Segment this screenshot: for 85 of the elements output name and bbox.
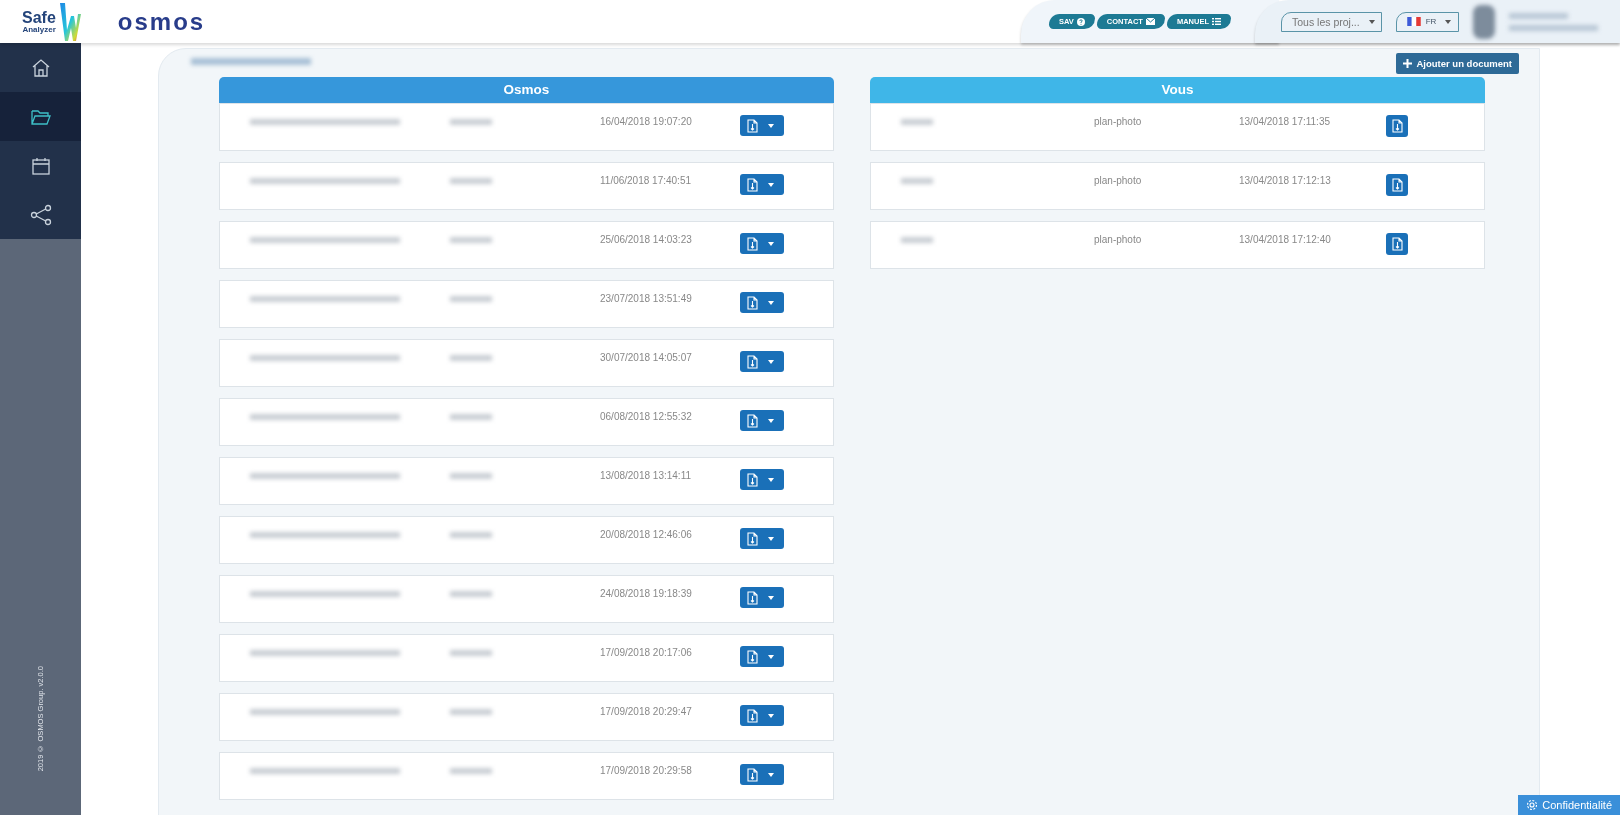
- file-download-icon: [747, 177, 758, 192]
- table-cell: 17/09/2018 20:29:47: [600, 706, 692, 717]
- flag-icon: [1406, 17, 1421, 26]
- table-cell: 23/07/2018 13:51:49: [600, 293, 692, 304]
- calendar-icon: [30, 155, 51, 176]
- language-select[interactable]: FR: [1395, 11, 1459, 32]
- folder-icon: [30, 107, 51, 126]
- document-type: [450, 414, 492, 420]
- list-icon: [1212, 18, 1221, 25]
- brand-name: osmos: [117, 7, 206, 36]
- file-download-icon: [747, 413, 758, 428]
- document-type: [450, 650, 492, 656]
- download-button[interactable]: [1386, 233, 1408, 255]
- table-cell: 20/08/2018 12:46:06: [600, 529, 692, 540]
- table-header: Vous: [870, 77, 1485, 103]
- table-cell: plan-photo: [1094, 175, 1142, 186]
- download-split-button[interactable]: [740, 587, 784, 608]
- table-cell: 30/07/2018 14:05:07: [600, 352, 692, 363]
- download-split-button[interactable]: [740, 646, 784, 667]
- document-type: [450, 591, 492, 597]
- share-icon: [29, 203, 52, 226]
- privacy-button[interactable]: Confidentialité: [1518, 795, 1620, 815]
- avatar-icon[interactable]: [1472, 4, 1495, 39]
- plus-icon: [1403, 59, 1413, 68]
- table-cell: plan-photo: [1094, 234, 1142, 245]
- logo-mark-icon: [57, 1, 82, 42]
- download-split-button[interactable]: [740, 351, 784, 372]
- download-split-button[interactable]: [740, 174, 784, 195]
- table-cell: 13/04/2018 17:11:35: [1239, 116, 1330, 127]
- document-type: [450, 532, 492, 538]
- file-download-icon: [747, 295, 758, 310]
- project-select[interactable]: Tous les proj...: [1281, 11, 1382, 32]
- document-name: [901, 119, 933, 125]
- table-cell: 25/06/2018 14:03:23: [600, 234, 692, 245]
- table-cell: 11/06/2018 17:40:51: [600, 175, 691, 186]
- table-header: Osmos: [219, 77, 834, 103]
- settings-icon: [1526, 799, 1539, 811]
- download-split-button[interactable]: [740, 764, 784, 785]
- file-download-icon: [747, 531, 758, 546]
- table-cell: 06/08/2018 12:55:32: [600, 411, 692, 422]
- document-type: [450, 473, 492, 479]
- table-cell: 13/08/2018 13:14:11: [600, 470, 691, 481]
- mail-icon: [1145, 18, 1155, 25]
- file-download-icon: [747, 649, 758, 664]
- file-download-icon: [747, 354, 758, 369]
- nav-item[interactable]: [0, 92, 81, 141]
- document-type: [450, 355, 492, 361]
- logo-subtext: Analyzer: [22, 25, 56, 34]
- document-type: [450, 237, 492, 243]
- download-split-button[interactable]: [740, 410, 784, 431]
- document-type: [450, 296, 492, 302]
- logo-text: Safe: [22, 9, 56, 26]
- table-cell: 17/09/2018 20:29:58: [600, 765, 692, 776]
- file-download-icon: [1391, 178, 1403, 192]
- download-split-button[interactable]: [740, 528, 784, 549]
- download-split-button[interactable]: [740, 233, 784, 254]
- download-button[interactable]: [1386, 115, 1408, 137]
- home-icon: [30, 57, 51, 78]
- table-cell: 16/04/2018 19:07:20: [600, 116, 692, 127]
- download-split-button[interactable]: [740, 115, 784, 136]
- table-cell: plan-photo: [1094, 116, 1142, 127]
- document-name: [901, 178, 933, 184]
- file-download-icon: [747, 708, 758, 723]
- table-cell: 17/09/2018 20:17:06: [600, 647, 692, 658]
- file-download-icon: [747, 767, 758, 782]
- download-button[interactable]: [1386, 174, 1408, 196]
- document-type: [450, 768, 492, 774]
- document-type: [450, 709, 492, 715]
- document-type: [450, 178, 492, 184]
- document-name: [901, 237, 933, 243]
- download-split-button[interactable]: [740, 292, 784, 313]
- file-download-icon: [1391, 119, 1403, 133]
- add-document-button[interactable]: Ajouter un document: [1396, 53, 1519, 74]
- table-cell: 24/08/2018 19:18:39: [600, 588, 692, 599]
- download-split-button[interactable]: [740, 705, 784, 726]
- file-download-icon: [747, 590, 758, 605]
- file-download-icon: [1391, 237, 1403, 251]
- file-download-icon: [747, 118, 758, 133]
- table-cell: 13/04/2018 17:12:13: [1239, 175, 1331, 186]
- file-download-icon: [747, 472, 758, 487]
- download-split-button[interactable]: [740, 469, 784, 490]
- document-type: [450, 119, 492, 125]
- help-icon: [1076, 17, 1085, 26]
- file-download-icon: [747, 236, 758, 251]
- table-cell: 13/04/2018 17:12:40: [1239, 234, 1331, 245]
